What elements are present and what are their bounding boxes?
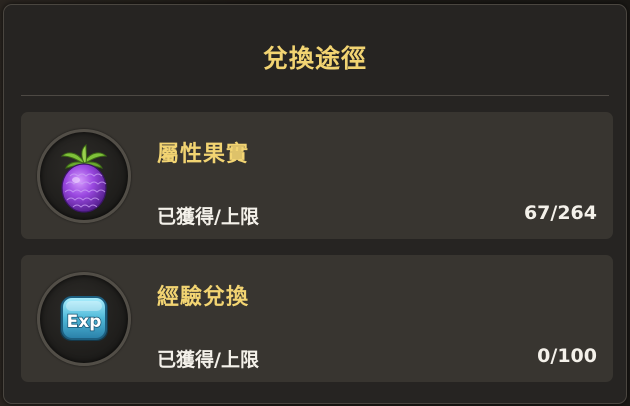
obtained-limit-value: 67/264 bbox=[523, 202, 597, 224]
icon-frame: Exp bbox=[37, 272, 131, 366]
purple-fruit-icon bbox=[60, 143, 108, 213]
exp-icon: Exp bbox=[60, 296, 108, 341]
dialog-title: 兌換途徑 bbox=[262, 44, 367, 73]
obtained-limit-label: 已獲得/上限 bbox=[157, 349, 259, 371]
icon-frame bbox=[37, 129, 131, 223]
obtained-limit-value: 0/100 bbox=[537, 345, 597, 367]
exchange-source-dialog: 兌換途徑 屬性果實 已獲得/上限 67/264 Exp 經驗兌換 已獲得/上限 … bbox=[3, 4, 627, 404]
source-card-attribute-fruit[interactable]: 屬性果實 已獲得/上限 67/264 bbox=[21, 112, 613, 239]
source-name: 經驗兌換 bbox=[157, 285, 250, 310]
obtained-limit-label: 已獲得/上限 bbox=[157, 206, 259, 228]
source-card-exp-exchange[interactable]: Exp 經驗兌換 已獲得/上限 0/100 bbox=[21, 255, 613, 382]
svg-text:Exp: Exp bbox=[67, 312, 102, 332]
title-divider bbox=[21, 95, 609, 96]
source-name: 屬性果實 bbox=[157, 142, 250, 167]
